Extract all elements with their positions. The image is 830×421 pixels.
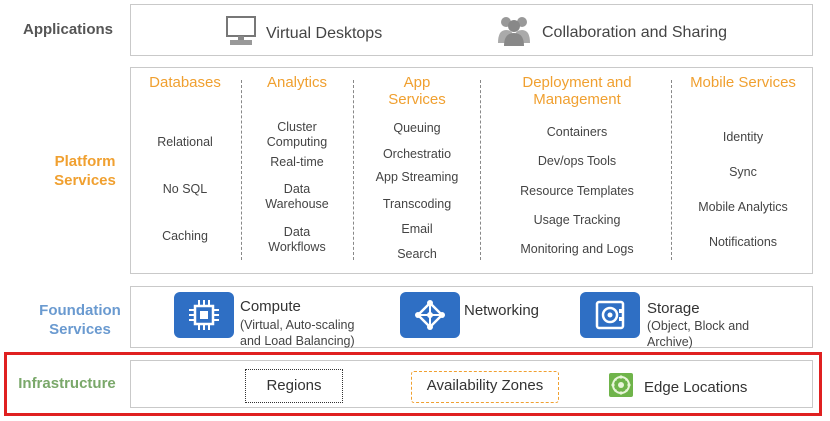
virtual-desktops-label: Virtual Desktops: [266, 24, 383, 42]
vault-icon: [580, 292, 640, 338]
regions-box: Regions: [245, 369, 343, 403]
collaboration-item: Collaboration and Sharing: [494, 13, 727, 52]
applications-label: Applications: [22, 21, 113, 38]
column-title: Management: [533, 91, 621, 108]
list-item: Containers: [546, 125, 608, 139]
people-icon: [494, 13, 534, 52]
list-item: Transcoding: [382, 197, 452, 211]
list-item: Caching: [162, 229, 208, 243]
edge-locations-item: Edge Locations: [608, 372, 747, 402]
foundation-label-line1: Foundation: [39, 302, 121, 319]
column-app-services: App Services Queuing Orchestratio App St…: [359, 74, 475, 274]
applications-box: Virtual Desktops Collaboration and Shari…: [130, 4, 813, 56]
column-title: Analytics: [266, 74, 328, 91]
compute-title: Compute: [240, 298, 301, 315]
column-deployment-management: Deployment and Management Containers Dev…: [495, 74, 659, 274]
list-item: Usage Tracking: [533, 213, 621, 227]
column-mobile-services: Mobile Services Identity Sync Mobile Ana…: [679, 74, 807, 274]
list-item: Search: [397, 247, 437, 261]
storage-title: Storage: [647, 300, 700, 317]
column-divider: [353, 80, 354, 260]
list-item: Dev/ops Tools: [537, 154, 617, 168]
platform-services-box: Databases Relational No SQL Caching Anal…: [130, 67, 813, 274]
column-databases: Databases Relational No SQL Caching: [139, 74, 231, 274]
column-divider: [480, 80, 481, 260]
list-item: Monitoring and Logs: [520, 242, 634, 256]
list-item: Real-time: [270, 155, 324, 169]
list-item: No SQL: [162, 182, 208, 196]
list-item: Queuing: [393, 121, 441, 135]
column-divider: [241, 80, 242, 260]
list-item: Data Workflows: [268, 225, 326, 254]
column-title: Deployment and: [522, 74, 632, 91]
list-item: Cluster Computing: [266, 120, 328, 149]
edge-location-icon: [608, 372, 634, 402]
infrastructure-label: Infrastructure: [18, 375, 116, 392]
compute-subtitle-line2: and Load Balancing): [240, 334, 355, 348]
chip-icon: [174, 292, 234, 338]
column-title: Mobile Services: [690, 74, 796, 91]
edge-locations-label: Edge Locations: [644, 378, 748, 396]
list-item: Relational: [157, 135, 213, 149]
list-item: Data Warehouse: [265, 182, 329, 211]
list-item: App Streaming: [375, 170, 459, 184]
list-item: Email: [401, 222, 433, 236]
foundation-services-box: Compute (Virtual, Auto-scaling and Load …: [130, 286, 813, 349]
column-analytics: Analytics Cluster Computing Real-time Da…: [247, 74, 347, 274]
list-item: Orchestratio: [382, 147, 452, 161]
desktop-icon: [224, 14, 258, 53]
network-icon: [400, 292, 460, 338]
list-item: Identity: [722, 130, 764, 144]
list-item: Sync: [729, 165, 757, 179]
networking-title: Networking: [464, 302, 540, 319]
infrastructure-box: Regions Availability Zones Edge Location…: [130, 360, 813, 408]
storage-subtitle-line1: (Object, Block and: [647, 319, 750, 333]
list-item: Mobile Analytics: [698, 200, 788, 214]
availability-zones-box: Availability Zones: [411, 371, 559, 403]
virtual-desktops-item: Virtual Desktops: [224, 14, 382, 53]
foundation-label-line2: Services: [49, 321, 111, 338]
column-title: App: [403, 74, 431, 91]
list-item: Resource Templates: [520, 184, 634, 198]
foundation-services-label: Foundation Services: [20, 301, 140, 339]
storage-subtitle-line2: Archive): [647, 335, 693, 349]
compute-subtitle-line1: (Virtual, Auto-scaling: [240, 318, 355, 332]
list-item: Notifications: [708, 235, 778, 249]
column-title: Databases: [149, 74, 221, 91]
column-divider: [671, 80, 672, 260]
column-title: Services: [388, 91, 446, 108]
collaboration-label: Collaboration and Sharing: [542, 23, 728, 41]
